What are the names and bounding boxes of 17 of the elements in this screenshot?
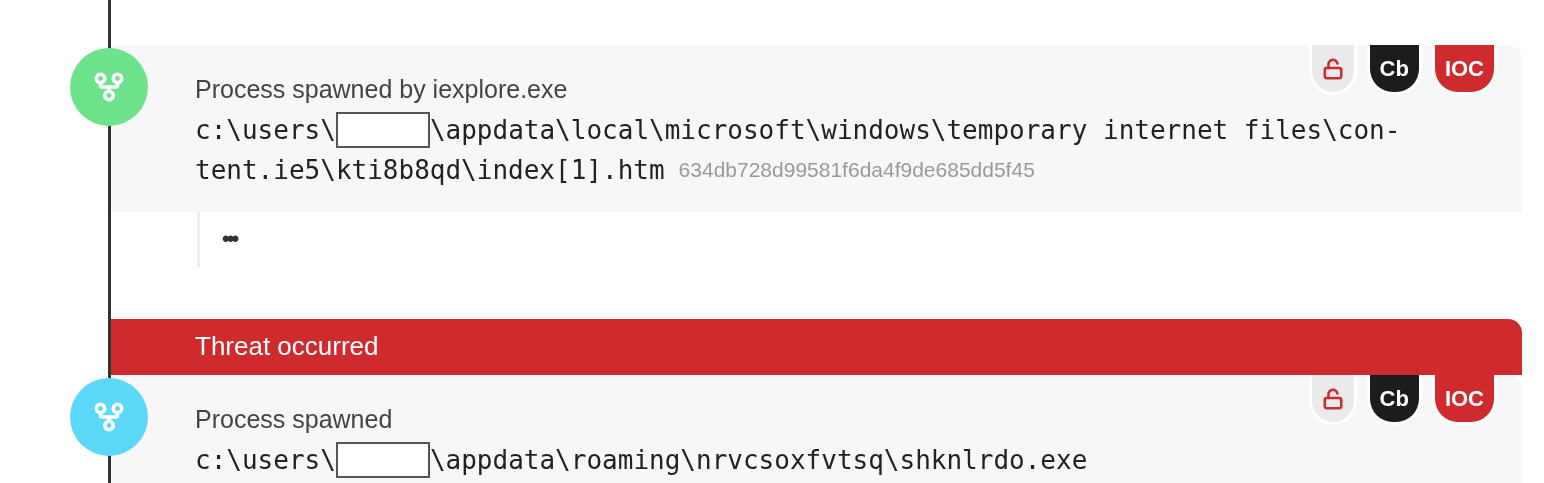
file-path: tent.ie5\kti8b8qd\index[1].htm [195,154,665,187]
file-path: \appdata\roaming\nrvcsoxfvtsq\shknlrdo.exe [429,444,1088,477]
file-hash: 634db728d99581f6da4f9de685dd5f45 [678,157,1035,183]
source-badge[interactable]: Cb [1366,45,1422,95]
threat-banner: Threat occurred [111,319,1522,375]
source-badge[interactable]: IOC [1431,45,1497,95]
unlock-badge[interactable] [1308,375,1357,425]
file-path: \appdata\local\microsoft\windows\temporary internet files\con- [429,114,1401,147]
event-title: Process spawned [195,405,394,434]
unlock-icon [1321,387,1344,410]
event-title: Process spawned by iexplore.exe [195,75,569,104]
source-badge[interactable]: IOC [1431,375,1497,425]
unlock-badge[interactable] [1308,45,1357,95]
file-path: c:\users\ [195,444,336,477]
source-badge[interactable]: Cb [1366,375,1422,425]
unlock-icon [1321,57,1344,80]
file-path: c:\users\ [195,114,336,147]
